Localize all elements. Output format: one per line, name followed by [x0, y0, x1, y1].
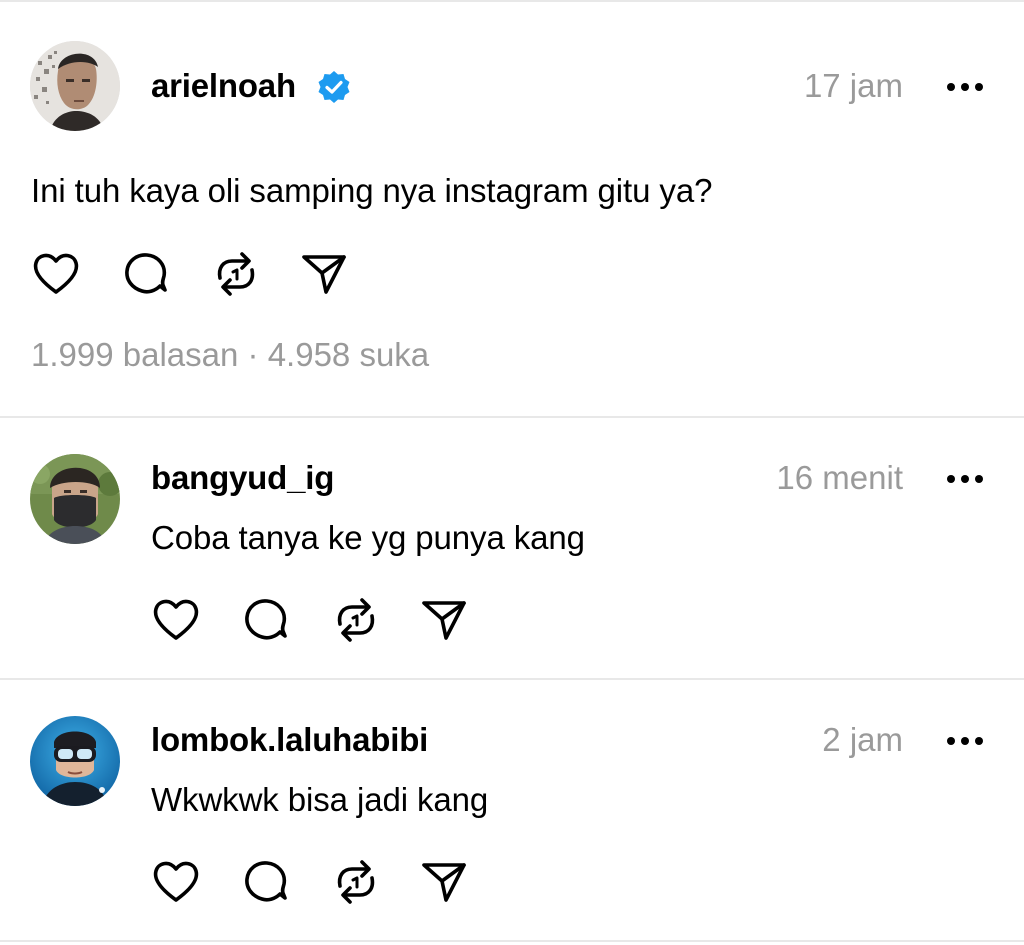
- reply-item: lombok.laluhabibi 2 jam Wkwkwk bisa jadi…: [0, 680, 1024, 940]
- heart-icon[interactable]: [150, 856, 202, 908]
- post-text: Ini tuh kaya oli samping nya instagram g…: [31, 172, 713, 209]
- post-stats: 1.999 balasan · 4.958 suka: [31, 335, 429, 375]
- username[interactable]: arielnoah: [151, 66, 296, 106]
- stats-separator: ·: [247, 336, 259, 373]
- comment-icon[interactable]: [240, 856, 292, 908]
- username[interactable]: bangyud_ig: [151, 458, 334, 498]
- share-icon[interactable]: [418, 594, 470, 646]
- reply-time: 2 jam: [822, 721, 903, 758]
- heart-icon[interactable]: [150, 594, 202, 646]
- verified-icon: [316, 69, 352, 105]
- comment-icon[interactable]: [120, 248, 172, 300]
- comment-icon[interactable]: [240, 594, 292, 646]
- share-icon[interactable]: [298, 248, 350, 300]
- reply-text: Coba tanya ke yg punya kang: [151, 519, 585, 556]
- username[interactable]: lombok.laluhabibi: [151, 720, 428, 760]
- repost-icon[interactable]: [330, 594, 382, 646]
- share-icon[interactable]: [418, 856, 470, 908]
- reply-item: bangyud_ig 16 menit Coba tanya ke yg pun…: [0, 418, 1024, 678]
- bottom-divider: [0, 940, 1024, 942]
- reply-time: 16 menit: [776, 459, 903, 496]
- avatar[interactable]: [30, 454, 120, 544]
- avatar[interactable]: [30, 41, 120, 131]
- likes-count[interactable]: 4.958 suka: [268, 336, 429, 373]
- main-post: arielnoah 17 jam Ini tuh kaya oli sampin…: [0, 0, 1024, 416]
- more-icon[interactable]: [944, 734, 986, 748]
- avatar[interactable]: [30, 716, 120, 806]
- post-time: 17 jam: [803, 67, 903, 104]
- replies-count[interactable]: 1.999 balasan: [31, 336, 238, 373]
- repost-icon[interactable]: [330, 856, 382, 908]
- more-icon[interactable]: [944, 472, 986, 486]
- heart-icon[interactable]: [30, 248, 82, 300]
- more-icon[interactable]: [944, 80, 986, 94]
- repost-icon[interactable]: [210, 248, 262, 300]
- reply-text: Wkwkwk bisa jadi kang: [151, 781, 489, 818]
